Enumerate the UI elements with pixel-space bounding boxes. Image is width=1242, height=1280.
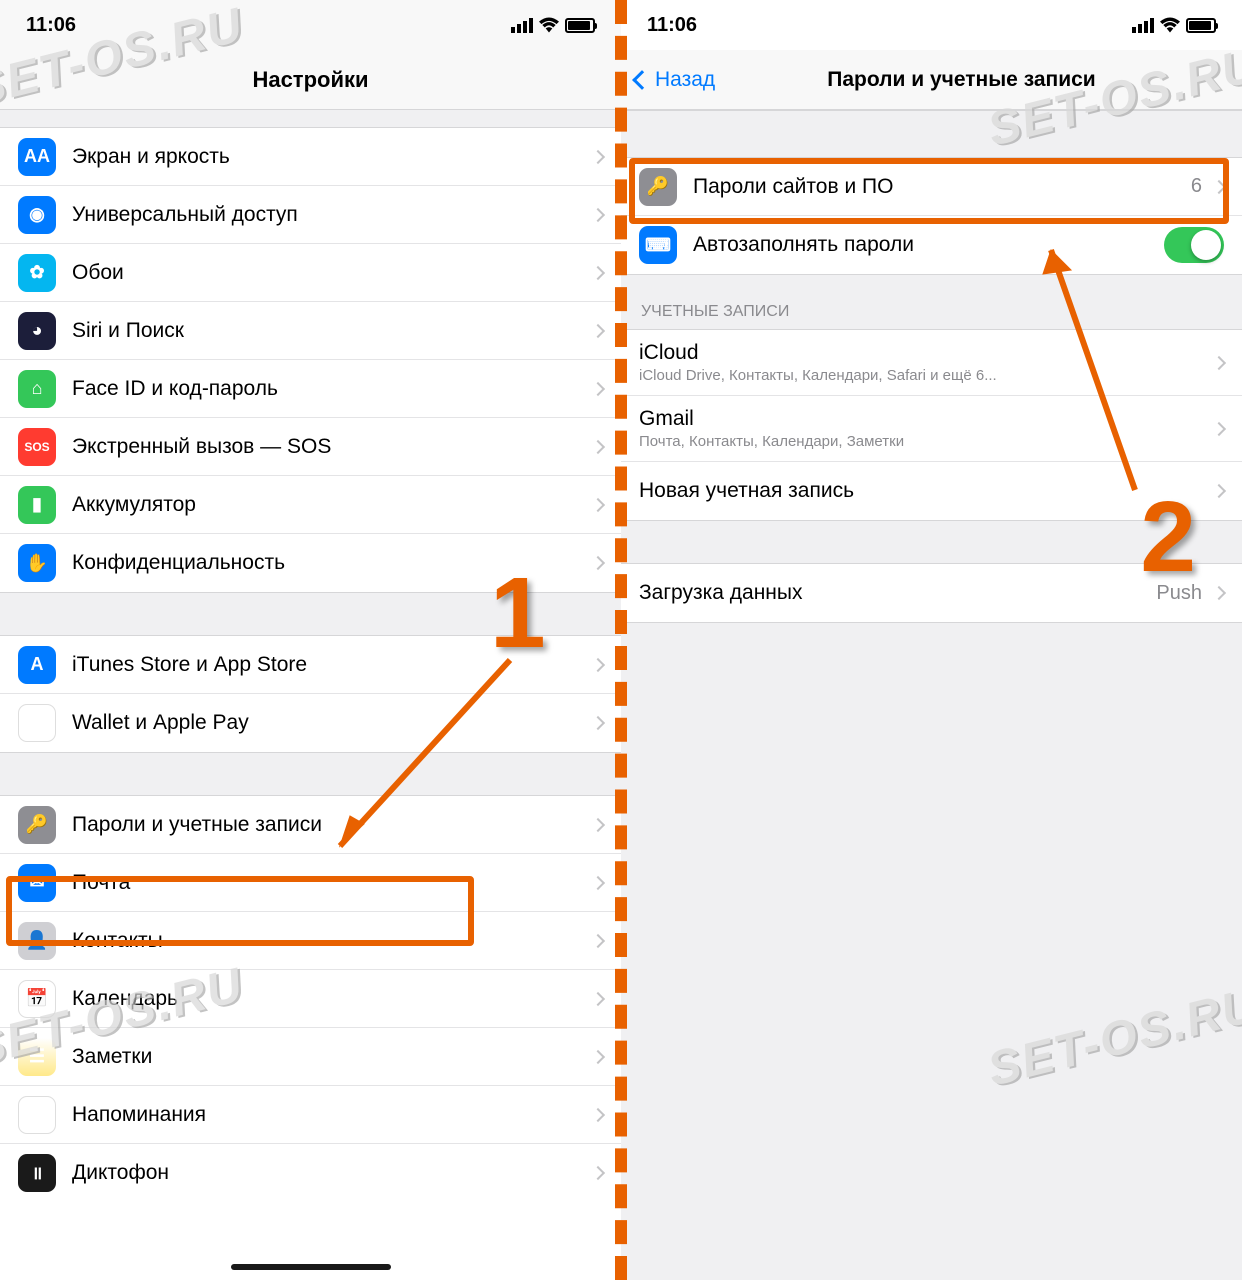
back-label: Назад — [655, 68, 715, 92]
annotation-arrow-2 — [1015, 230, 1165, 510]
chevron-right-icon — [1212, 484, 1226, 498]
sos-icon: SOS — [18, 428, 56, 466]
chevron-right-icon — [591, 149, 605, 163]
accessibility-icon: ◉ — [18, 196, 56, 234]
reminders-icon: ⋮ — [18, 1096, 56, 1134]
row-label: Пароли сайтов и ПО — [693, 175, 1191, 199]
row-label: Экран и яркость — [72, 145, 589, 169]
chevron-right-icon — [591, 1049, 605, 1063]
row-label: Siri и Поиск — [72, 319, 589, 343]
group-separator — [621, 110, 1242, 158]
settings-row-battery[interactable]: ▮ Аккумулятор — [0, 476, 621, 534]
chevron-right-icon — [591, 381, 605, 395]
chevron-right-icon — [1212, 421, 1226, 435]
chevron-right-icon — [1212, 355, 1226, 369]
website-passwords-row[interactable]: 🔑 Пароли сайтов и ПО 6 — [621, 158, 1242, 216]
itunes-icon: A — [18, 646, 56, 684]
chevron-right-icon — [591, 716, 605, 730]
row-count: 6 — [1191, 175, 1202, 198]
keyboard-icon: ⌨ — [639, 226, 677, 264]
key-icon: 🔑 — [639, 168, 677, 206]
chevron-right-icon — [591, 439, 605, 453]
chevron-right-icon — [591, 875, 605, 889]
row-label: Обои — [72, 261, 589, 285]
autofill-toggle[interactable] — [1164, 227, 1224, 263]
privacy-icon: ✋ — [18, 544, 56, 582]
battery-icon — [565, 18, 595, 33]
siri-icon: ◕ — [18, 312, 56, 350]
chevron-right-icon — [591, 933, 605, 947]
status-time: 11:06 — [647, 14, 697, 37]
notes-icon: ☰ — [18, 1038, 56, 1076]
annotation-arrow-1 — [320, 646, 530, 876]
mail-icon: ✉ — [18, 864, 56, 902]
settings-row-display[interactable]: AA Экран и яркость — [0, 128, 621, 186]
battery-icon — [1186, 18, 1216, 33]
chevron-right-icon — [1212, 586, 1226, 600]
passwords-icon: 🔑 — [18, 806, 56, 844]
chevron-right-icon — [591, 556, 605, 570]
chevron-right-icon — [591, 323, 605, 337]
contacts-icon: 👤 — [18, 922, 56, 960]
voicememos-icon: ॥ — [18, 1154, 56, 1192]
settings-row-contacts[interactable]: 👤 Контакты — [0, 912, 621, 970]
settings-row-reminders[interactable]: ⋮ Напоминания — [0, 1086, 621, 1144]
settings-row-accessibility[interactable]: ◉ Универсальный доступ — [0, 186, 621, 244]
row-label: Контакты — [72, 929, 589, 953]
screen-divider — [615, 0, 627, 1280]
chevron-right-icon — [591, 207, 605, 221]
row-label: Диктофон — [72, 1161, 589, 1185]
cellular-icon — [511, 18, 533, 33]
settings-row-faceid[interactable]: ⌂ Face ID и код-пароль — [0, 360, 621, 418]
nav-header: Настройки — [0, 50, 621, 110]
status-bar: 11:06 — [0, 0, 621, 50]
settings-group-1: AA Экран и яркость ◉ Универсальный доступ ✿ О… — [0, 128, 621, 592]
chevron-right-icon — [591, 991, 605, 1005]
settings-row-voicememos[interactable]: ॥ Диктофон — [0, 1144, 621, 1202]
settings-row-notes[interactable]: ☰ Заметки — [0, 1028, 621, 1086]
nav-header: Назад Пароли и учетные записи — [621, 50, 1242, 110]
row-label: Универсальный доступ — [72, 203, 589, 227]
empty-area — [621, 622, 1242, 1280]
status-indicators — [511, 17, 595, 33]
status-indicators — [1132, 17, 1216, 33]
chevron-left-icon — [632, 70, 652, 90]
row-label: Напоминания — [72, 1103, 589, 1127]
chevron-right-icon — [591, 497, 605, 511]
chevron-right-icon — [591, 1107, 605, 1121]
chevron-right-icon — [591, 1166, 605, 1180]
settings-screen: 11:06 Настройки AA Экран и яркость ◉ Универ… — [0, 0, 621, 1280]
calendar-icon: 📅 — [18, 980, 56, 1018]
group-separator — [0, 110, 621, 128]
chevron-right-icon — [1212, 179, 1226, 193]
status-time: 11:06 — [26, 14, 76, 37]
back-button[interactable]: Назад — [635, 68, 715, 92]
nav-title: Настройки — [0, 67, 621, 93]
passwords-screen: 11:06 Назад Пароли и учетные записи 🔑 Па… — [621, 0, 1242, 1280]
chevron-right-icon — [591, 657, 605, 671]
battery-icon: ▮ — [18, 486, 56, 524]
row-label: Календарь — [72, 987, 589, 1011]
row-label: Аккумулятор — [72, 493, 589, 517]
wallpaper-icon: ✿ — [18, 254, 56, 292]
row-label: Загрузка данных — [639, 581, 1156, 605]
chevron-right-icon — [591, 265, 605, 279]
home-indicator[interactable] — [231, 1264, 391, 1270]
wifi-icon — [539, 17, 559, 33]
row-label: Face ID и код-пароль — [72, 377, 589, 401]
row-label: Экстренный вызов — SOS — [72, 435, 589, 459]
wallet-icon: ▭ — [18, 704, 56, 742]
chevron-right-icon — [591, 817, 605, 831]
status-bar: 11:06 — [621, 0, 1242, 50]
cellular-icon — [1132, 18, 1154, 33]
settings-row-sos[interactable]: SOS Экстренный вызов — SOS — [0, 418, 621, 476]
settings-row-calendar[interactable]: 📅 Календарь — [0, 970, 621, 1028]
wifi-icon — [1160, 17, 1180, 33]
settings-row-wallpaper[interactable]: ✿ Обои — [0, 244, 621, 302]
display-icon: AA — [18, 138, 56, 176]
settings-row-siri[interactable]: ◕ Siri и Поиск — [0, 302, 621, 360]
faceid-icon: ⌂ — [18, 370, 56, 408]
row-label: Заметки — [72, 1045, 589, 1069]
